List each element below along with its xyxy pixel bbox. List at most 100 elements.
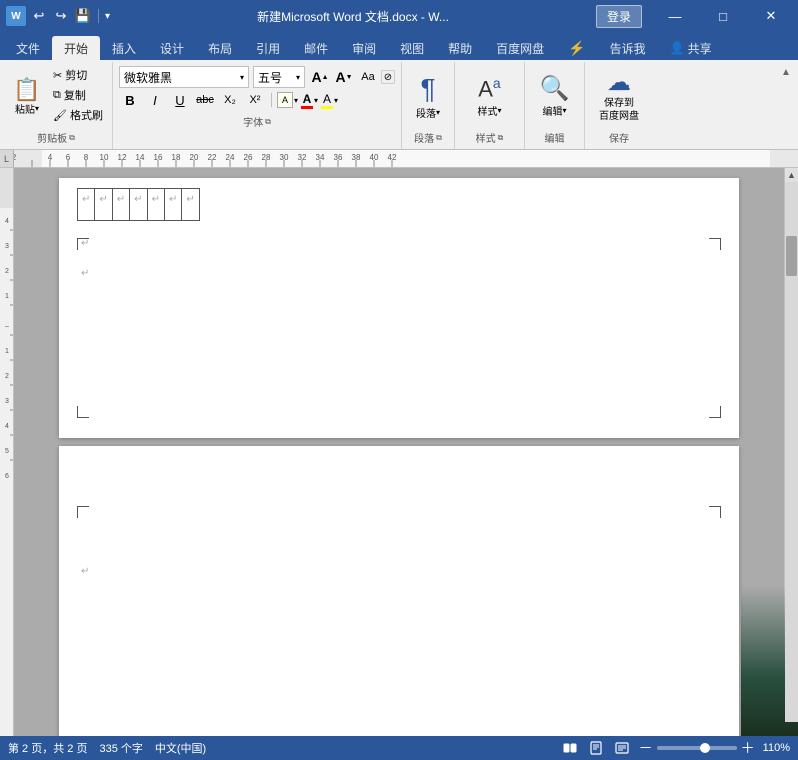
decrease-font-button[interactable]: A▼ — [333, 67, 355, 87]
table-cell-6[interactable]: ↵ — [164, 189, 181, 221]
cut-icon: ✂ — [53, 69, 62, 82]
page-corner-tr — [709, 238, 721, 250]
scrollbar: ▲ ▼ — [784, 168, 798, 736]
tab-layout[interactable]: 布局 — [196, 36, 244, 60]
save-to-baidu-button[interactable]: ☁ 保存到百度网盘 — [591, 66, 647, 128]
table-cell-1[interactable]: ↵ — [78, 189, 95, 221]
table-cell-3[interactable]: ↵ — [112, 189, 129, 221]
paragraph-button[interactable]: ¶ 段落 ▾ — [408, 66, 448, 128]
clear-format-button[interactable]: ⊘ — [381, 70, 395, 84]
v-ruler-svg: 4 3 2 1 – 1 2 3 4 5 6 — [0, 168, 14, 736]
print-layout-button[interactable] — [587, 739, 605, 757]
page-info: 第 2 页，共 2 页 — [8, 740, 87, 756]
tab-light[interactable]: ⚡ — [556, 36, 597, 60]
scroll-up-button[interactable]: ▲ — [785, 168, 798, 182]
paste-button[interactable]: 📋 粘贴▾ — [6, 66, 48, 128]
scroll-thumb[interactable] — [786, 236, 797, 276]
undo-button[interactable]: ↩ — [30, 7, 48, 25]
text-effects-group: A ▾ — [277, 92, 298, 108]
strikethrough-button[interactable]: abc — [194, 90, 216, 110]
page-1: ↵ ↵ ↵ ↵ ↵ ↵ ↵ ↵ ↵ — [59, 178, 739, 438]
maximize-button[interactable]: □ — [700, 0, 746, 32]
format-painter-icon: 🖌 — [53, 109, 67, 122]
tab-share[interactable]: 👤共享 — [658, 36, 724, 60]
tab-insert[interactable]: 插入 — [100, 36, 148, 60]
scroll-track[interactable] — [785, 182, 798, 722]
underline-button[interactable]: U — [169, 90, 191, 110]
cut-button[interactable]: ✂ 剪切 — [50, 66, 106, 84]
tab-file[interactable]: 文件 — [4, 36, 52, 60]
tab-mailings[interactable]: 邮件 — [292, 36, 340, 60]
clipboard-expand-icon[interactable]: ⧉ — [69, 133, 75, 143]
baidu-save-icon: ☁ — [607, 71, 631, 95]
font-size-dropdown-icon: ▾ — [296, 73, 300, 82]
format-painter-button[interactable]: 🖌 格式刷 — [50, 106, 106, 124]
svg-text:4: 4 — [5, 423, 9, 430]
zoom-minus-button[interactable]: － — [639, 738, 653, 758]
font-name-selector[interactable]: 微软雅黑 ▾ — [119, 66, 249, 88]
tab-home[interactable]: 开始 — [52, 36, 100, 60]
char-shade-button[interactable]: A — [321, 92, 333, 109]
tab-design[interactable]: 设计 — [148, 36, 196, 60]
font-name-dropdown-icon: ▾ — [240, 73, 244, 82]
font-size-selector[interactable]: 五号 ▾ — [253, 66, 305, 88]
ribbon-collapse-button[interactable]: ▲ — [778, 64, 794, 80]
font-color-button[interactable]: A — [301, 92, 313, 109]
tab-references[interactable]: 引用 — [244, 36, 292, 60]
paste-label: 粘贴▾ — [15, 101, 39, 116]
bold-button[interactable]: B — [119, 90, 141, 110]
status-bar: 第 2 页，共 2 页 335 个字 中文(中国) － ＋ 110% — [0, 736, 798, 760]
styles-expand-icon[interactable]: ⧉ — [498, 133, 504, 143]
web-view-button[interactable] — [613, 739, 631, 757]
paragraph-group: ¶ 段落 ▾ 段落 ⧉ — [402, 62, 455, 149]
zoom-slider: － ＋ — [639, 738, 755, 758]
tab-view[interactable]: 视图 — [388, 36, 436, 60]
increase-font-button[interactable]: A▲ — [309, 67, 331, 87]
paragraph-expand-icon[interactable]: ⧉ — [436, 133, 442, 143]
superscript-button[interactable]: X² — [244, 90, 266, 110]
char-shade-group: A ▾ — [321, 92, 338, 109]
styles-arrow-icon: ▾ — [497, 106, 501, 115]
login-button[interactable]: 登录 — [596, 5, 642, 28]
save-quick-button[interactable]: 💾 — [74, 7, 92, 25]
document-table: ↵ ↵ ↵ ↵ ↵ ↵ ↵ — [77, 188, 200, 221]
italic-button[interactable]: I — [144, 90, 166, 110]
status-right: － ＋ 110% — [561, 738, 790, 758]
table-cell-7[interactable]: ↵ — [182, 189, 199, 221]
styles-button[interactable]: Aa 样式 ▾ — [469, 66, 509, 128]
close-button[interactable]: ✕ — [748, 0, 794, 32]
minimize-button[interactable]: — — [652, 0, 698, 32]
clipboard-label: 剪贴板 ⧉ — [6, 130, 106, 145]
redo-button[interactable]: ↪ — [52, 7, 70, 25]
table-cell-5[interactable]: ↵ — [147, 189, 164, 221]
tab-help[interactable]: 帮助 — [436, 36, 484, 60]
styles-label: 样式 ▾ — [477, 103, 501, 118]
save-group-label: 保存 — [591, 130, 647, 145]
tab-review[interactable]: 审阅 — [340, 36, 388, 60]
zoom-thumb[interactable] — [700, 743, 710, 753]
font-color-arrow[interactable]: ▾ — [314, 96, 318, 105]
zoom-plus-button[interactable]: ＋ — [741, 738, 755, 758]
text-highlight-arrow[interactable]: ▾ — [294, 96, 298, 105]
font-expand-icon[interactable]: ⧉ — [265, 117, 271, 127]
text-highlight-button[interactable]: A — [277, 92, 293, 108]
document-area[interactable]: ↵ ↵ ↵ ↵ ↵ ↵ ↵ ↵ ↵ ↵ — [14, 168, 784, 736]
font-selector-row: 微软雅黑 ▾ 五号 ▾ A▲ A▼ Aa ⊘ — [119, 66, 395, 88]
zoom-track[interactable] — [657, 746, 737, 750]
styles-icon: Aa — [478, 76, 500, 100]
read-view-button[interactable] — [561, 739, 579, 757]
page-corner-br — [709, 406, 721, 418]
edit-button[interactable]: 🔍 编辑 ▾ — [532, 66, 578, 128]
change-case-button[interactable]: Aa — [357, 67, 379, 87]
paragraph-label: 段落 ▾ — [416, 105, 440, 120]
tab-tell[interactable]: 告诉我 — [598, 36, 658, 60]
subscript-button[interactable]: X₂ — [219, 90, 241, 110]
clipboard-content: 📋 粘贴▾ ✂ 剪切 ⧉ 复制 🖌 格式刷 — [6, 66, 106, 128]
svg-text:5: 5 — [5, 448, 9, 455]
char-shade-arrow[interactable]: ▾ — [334, 96, 338, 105]
table-cell-2[interactable]: ↵ — [95, 189, 112, 221]
title-bar-right: 登录 — □ ✕ — [596, 0, 798, 32]
table-cell-4[interactable]: ↵ — [130, 189, 147, 221]
tab-baidu[interactable]: 百度网盘 — [484, 36, 556, 60]
copy-button[interactable]: ⧉ 复制 — [50, 86, 106, 104]
